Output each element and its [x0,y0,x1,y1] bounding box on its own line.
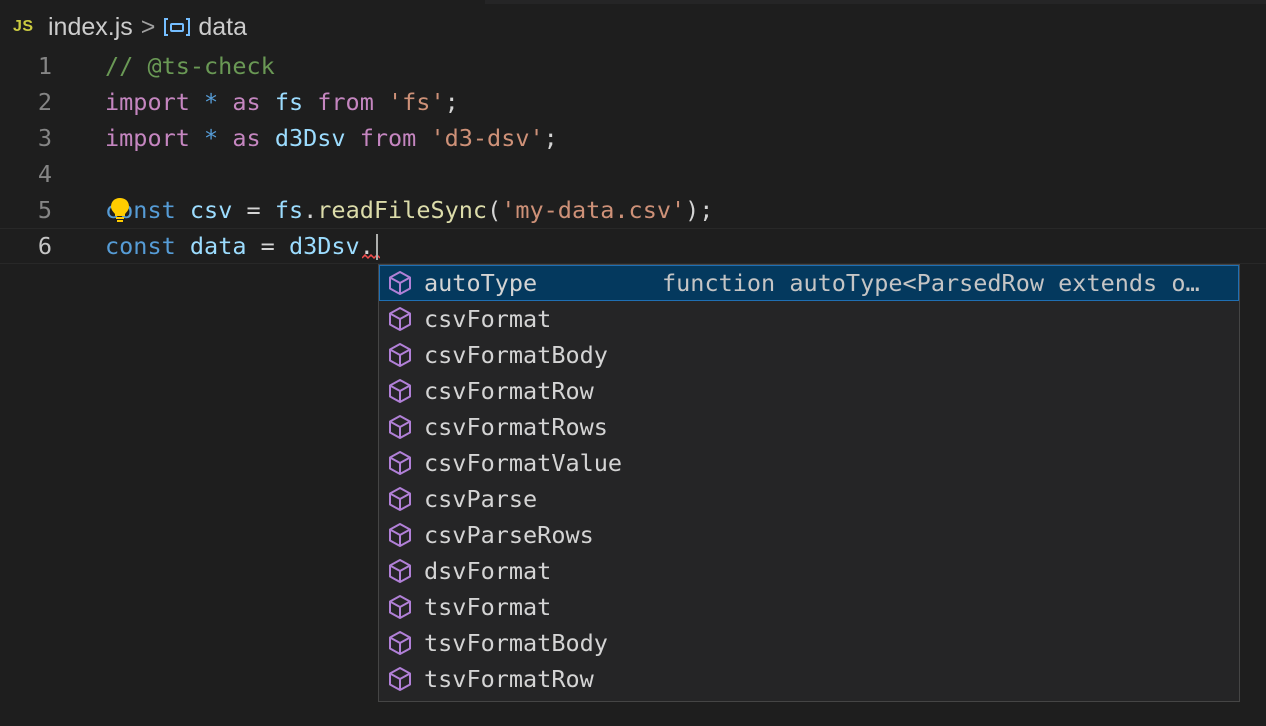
suggestion-label: tsvFormat [424,593,552,621]
suggestion-label: csvParse [424,485,538,513]
suggestion-item[interactable]: tsvFormat [379,589,1239,625]
module-cube-icon [389,559,411,583]
code-line: 3 import * as d3Dsv from 'd3-dsv'; [0,120,1266,156]
keyword-token: import [105,124,190,152]
keyword-token: as [232,124,261,152]
text-cursor [376,234,378,260]
identifier-token: fs [274,88,304,116]
identifier-token: data [189,232,247,260]
identifier-token: d3Dsv [274,124,346,152]
suggestion-label: dsvFormat [424,557,552,585]
code-line-current: 6 const data = d3Dsv. [0,228,1266,264]
identifier-token: fs [274,196,304,224]
line-number: 4 [37,160,52,188]
keyword-token: from [359,124,417,152]
comment-token: // @ts-check [105,52,275,80]
javascript-file-icon: JS [13,18,34,35]
string-token: 'fs' [388,88,445,116]
operator-token: * [204,88,219,116]
chevron-right-icon: > [140,12,156,41]
suggestion-item[interactable]: dsvFormat [379,553,1239,589]
punctuation-token: ); [685,196,714,224]
suggestion-item[interactable]: csvParseRows [379,517,1239,553]
module-cube-icon [389,595,411,619]
suggestion-detail: function autoType<ParsedRow extends o… [662,269,1200,297]
suggestion-item[interactable]: csvFormatRows [379,409,1239,445]
suggestion-label: autoType [424,269,538,297]
string-token: 'my-data.csv' [501,196,686,224]
breadcrumb: JS index.js > data [0,6,1266,48]
code-line: 4 [0,156,1266,192]
keyword-token: as [232,88,261,116]
line-number: 1 [37,52,52,80]
suggestion-item[interactable]: csvFormatValue [379,445,1239,481]
identifier-token: csv [189,196,233,224]
suggestion-item[interactable]: tsvFormatRow [379,661,1239,697]
module-cube-icon [389,271,411,295]
suggestion-widget[interactable]: autoType function autoType<ParsedRow exte… [378,264,1240,702]
suggestion-label: csvFormatValue [424,449,623,477]
punctuation-token: . [303,196,318,224]
line-number: 3 [37,124,52,152]
suggestion-label: csvFormatRow [424,377,594,405]
line-number: 6 [37,232,52,260]
punctuation-token: ; [543,124,558,152]
module-cube-icon [389,307,411,331]
suggestion-label: csvParseRows [424,521,594,549]
code-line: 1 // @ts-check [0,48,1266,84]
lightbulb-icon[interactable] [108,197,132,223]
module-cube-icon [389,343,411,367]
code-line: 5 const csv = fs.readFileSync('my-data.c… [0,192,1266,228]
tab-strip-edge [0,0,1266,4]
module-cube-icon [389,451,411,475]
active-tab-edge [0,0,485,4]
suggestion-item[interactable]: csvParse [379,481,1239,517]
module-cube-icon [389,631,411,655]
suggestion-item[interactable]: csvFormatRow [379,373,1239,409]
suggestion-label: csvFormat [424,305,552,333]
operator-token: = [246,196,261,224]
code-line: 2 import * as fs from 'fs'; [0,84,1266,120]
punctuation-token: ; [444,88,459,116]
module-cube-icon [389,415,411,439]
breadcrumb-file[interactable]: index.js [48,13,133,42]
suggestion-item[interactable]: csvFormatBody [379,337,1239,373]
module-cube-icon [389,667,411,691]
suggestion-label: tsvFormatBody [424,629,608,657]
line-number: 2 [37,88,52,116]
module-cube-icon [389,523,411,547]
operator-token: * [204,124,219,152]
module-cube-icon [389,487,411,511]
keyword-token: const [105,232,176,260]
punctuation-token: ( [487,196,502,224]
module-cube-icon [389,379,411,403]
suggestion-item[interactable]: csvFormat [379,301,1239,337]
keyword-token: from [317,88,374,116]
suggestion-label: csvFormatBody [424,341,608,369]
suggestion-label: tsvFormatRow [424,665,594,693]
operator-token: = [260,232,275,260]
breadcrumb-symbol[interactable]: data [198,13,247,42]
line-number: 5 [37,196,52,224]
suggestion-label: csvFormatRows [424,413,608,441]
keyword-token: import [105,88,190,116]
variable-symbol-icon [164,18,191,36]
identifier-token: d3Dsv [288,232,360,260]
function-token: readFileSync [317,196,488,224]
string-token: 'd3-dsv' [430,124,544,152]
suggestion-item[interactable]: autoType function autoType<ParsedRow exte… [379,265,1239,301]
suggestion-item[interactable]: tsvFormatBody [379,625,1239,661]
